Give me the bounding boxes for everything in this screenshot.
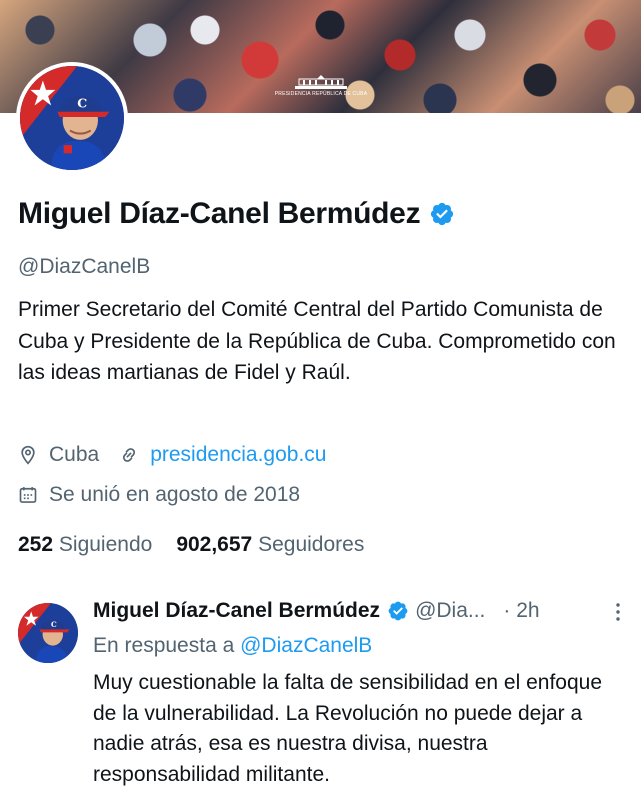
followers-label: Seguidores [258, 533, 365, 556]
presidency-logo: PRESIDENCIA REPÚBLICA DE CUBA [275, 74, 367, 100]
svg-text:C: C [77, 96, 87, 111]
profile-website-link[interactable]: presidencia.gob.cu [150, 443, 326, 467]
reply-prefix: En respuesta a [93, 634, 235, 657]
followers-count: 902,657 [176, 533, 253, 556]
tweet-text: Muy cuestionable la falta de sensibilida… [93, 671, 603, 786]
profile-bio: Primer Secretario del Comité Central del… [18, 298, 616, 384]
profile-name: Miguel Díaz-Canel Bermúdez [18, 197, 455, 231]
verified-badge-icon[interactable] [387, 600, 409, 622]
more-options-icon[interactable] [608, 601, 628, 623]
reply-handle-link[interactable]: @DiazCanelB [240, 634, 372, 657]
profile-avatar[interactable]: C [16, 62, 128, 174]
profile-meta-joined-row: Se unió en agosto de 2018 [18, 483, 300, 507]
following-label: Siguiendo [58, 533, 153, 556]
profile-name-text: Miguel Díaz-Canel Bermúdez [18, 197, 421, 230]
tweet-reply-context: En respuesta a @DiazCanelB [93, 634, 372, 658]
link-icon [119, 445, 139, 465]
tweet-author-handle[interactable]: @Dia... [415, 599, 485, 623]
profile-follow-stats: 252 Siguiendo 902,657 Seguidores [18, 533, 364, 557]
banner-caption: PRESIDENCIA REPÚBLICA DE CUBA [274, 91, 368, 97]
tweet-header: Miguel Díaz-Canel Bermúdez @Dia... · 2h [93, 599, 628, 623]
following-link[interactable]: 252 Siguiendo [18, 533, 152, 556]
tweet-author-name[interactable]: Miguel Díaz-Canel Bermúdez [93, 599, 380, 623]
tweet-timestamp[interactable]: · 2h [503, 599, 539, 623]
svg-text:C: C [51, 620, 57, 629]
profile-location: Cuba [49, 443, 100, 466]
tweet-author-avatar[interactable]: C [18, 603, 78, 663]
profile-handle: @DiazCanelB [18, 255, 151, 278]
verified-badge-icon[interactable] [429, 201, 455, 227]
followers-link[interactable]: 902,657 Seguidores [176, 533, 364, 556]
following-count: 252 [18, 533, 54, 556]
location-pin-icon [18, 445, 38, 465]
calendar-icon [18, 485, 38, 505]
profile-joined: Se unió en agosto de 2018 [49, 483, 301, 506]
profile-meta-location-row: Cuba presidencia.gob.cu [18, 443, 327, 467]
